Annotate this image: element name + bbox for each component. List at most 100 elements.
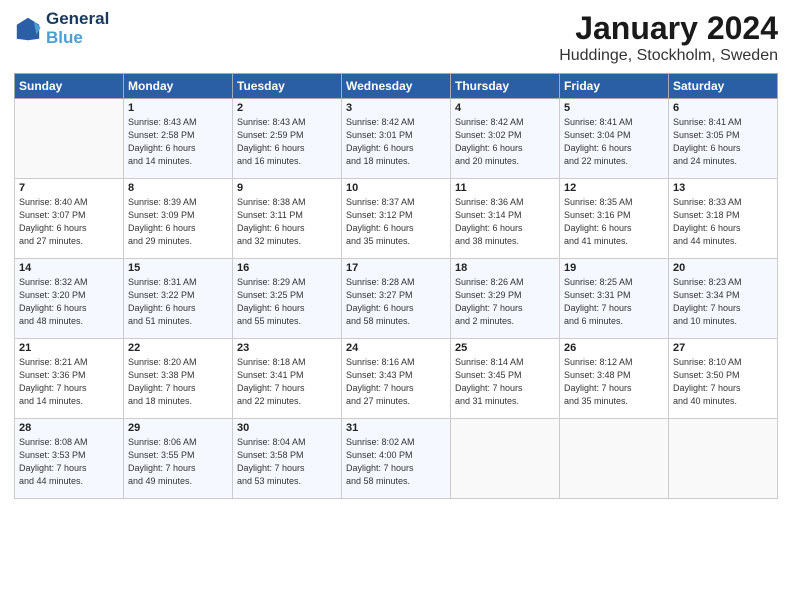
day-cell: 25Sunrise: 8:14 AMSunset: 3:45 PMDayligh… [451, 339, 560, 419]
header-day-thursday: Thursday [451, 74, 560, 99]
day-number: 6 [673, 102, 773, 114]
day-number: 22 [128, 342, 228, 354]
day-cell: 22 Sunrise: 8:20 AMSunset: 3:38 PMDayligh… [124, 339, 233, 419]
day-cell: 18Sunrise: 8:26 AMSunset: 3:29 PMDayligh… [451, 259, 560, 339]
day-cell: 10 Sunrise: 8:37 AMSunset: 3:12 PMDayligh… [342, 179, 451, 259]
day-info: Sunrise: 8:40 AMSunset: 3:07 PMDaylight:… [19, 196, 119, 248]
day-cell [15, 99, 124, 179]
day-info: Sunrise: 8:41 AMSunset: 3:04 PMDaylight:… [564, 116, 664, 168]
day-cell: 23 Sunrise: 8:18 AMSunset: 3:41 PMDayligh… [233, 339, 342, 419]
day-info: Sunrise: 8:37 AMSunset: 3:12 PMDaylight:… [346, 196, 446, 248]
day-info: Sunrise: 8:41 AMSunset: 3:05 PMDaylight:… [673, 116, 773, 168]
day-info: Sunrise: 8:18 AMSunset: 3:41 PMDaylight:… [237, 356, 337, 408]
location-title: Huddinge, Stockholm, Sweden [559, 47, 778, 65]
day-number: 12 [564, 182, 664, 194]
header-day-saturday: Saturday [669, 74, 778, 99]
day-info: Sunrise: 8:14 AMSunset: 3:45 PMDaylight:… [455, 356, 555, 408]
header-row: SundayMondayTuesdayWednesdayThursdayFrid… [15, 74, 778, 99]
week-row-4: 21 Sunrise: 8:21 AMSunset: 3:36 PMDayligh… [15, 339, 778, 419]
day-number: 18 [455, 262, 555, 274]
day-cell [451, 419, 560, 499]
header-day-tuesday: Tuesday [233, 74, 342, 99]
header: General Blue January 2024 Huddinge, Stoc… [14, 10, 778, 65]
week-row-5: 28Sunrise: 8:08 AMSunset: 3:53 PMDayligh… [15, 419, 778, 499]
day-number: 13 [673, 182, 773, 194]
page: General Blue January 2024 Huddinge, Stoc… [0, 0, 792, 612]
day-info: Sunrise: 8:08 AMSunset: 3:53 PMDaylight:… [19, 436, 119, 488]
day-cell: 29Sunrise: 8:06 AMSunset: 3:55 PMDayligh… [124, 419, 233, 499]
day-number: 8 [128, 182, 228, 194]
day-cell: 19 Sunrise: 8:25 AMSunset: 3:31 PMDayligh… [560, 259, 669, 339]
day-cell: 11 Sunrise: 8:36 AMSunset: 3:14 PMDayligh… [451, 179, 560, 259]
day-number: 2 [237, 102, 337, 114]
day-cell: 9Sunrise: 8:38 AMSunset: 3:11 PMDaylight… [233, 179, 342, 259]
day-number: 14 [19, 262, 119, 274]
day-number: 20 [673, 262, 773, 274]
week-row-3: 14 Sunrise: 8:32 AMSunset: 3:20 PMDayligh… [15, 259, 778, 339]
day-info: Sunrise: 8:10 AMSunset: 3:50 PMDaylight:… [673, 356, 773, 408]
title-block: January 2024 Huddinge, Stockholm, Sweden [559, 10, 778, 65]
day-info: Sunrise: 8:23 AMSunset: 3:34 PMDaylight:… [673, 276, 773, 328]
day-number: 29 [128, 422, 228, 434]
day-cell: 20 Sunrise: 8:23 AMSunset: 3:34 PMDayligh… [669, 259, 778, 339]
day-cell: 8Sunrise: 8:39 AMSunset: 3:09 PMDaylight… [124, 179, 233, 259]
day-info: Sunrise: 8:20 AMSunset: 3:38 PMDaylight:… [128, 356, 228, 408]
week-row-1: 1 Sunrise: 8:43 AMSunset: 2:58 PMDaylight… [15, 99, 778, 179]
header-day-sunday: Sunday [15, 74, 124, 99]
day-info: Sunrise: 8:12 AMSunset: 3:48 PMDaylight:… [564, 356, 664, 408]
day-info: Sunrise: 8:16 AMSunset: 3:43 PMDaylight:… [346, 356, 446, 408]
day-info: Sunrise: 8:31 AMSunset: 3:22 PMDaylight:… [128, 276, 228, 328]
day-cell: 6 Sunrise: 8:41 AMSunset: 3:05 PMDaylight… [669, 99, 778, 179]
header-day-wednesday: Wednesday [342, 74, 451, 99]
day-cell: 16Sunrise: 8:29 AMSunset: 3:25 PMDayligh… [233, 259, 342, 339]
day-info: Sunrise: 8:43 AMSunset: 2:58 PMDaylight:… [128, 116, 228, 168]
day-number: 10 [346, 182, 446, 194]
day-info: Sunrise: 8:42 AMSunset: 3:01 PMDaylight:… [346, 116, 446, 168]
day-number: 5 [564, 102, 664, 114]
day-info: Sunrise: 8:32 AMSunset: 3:20 PMDaylight:… [19, 276, 119, 328]
day-number: 7 [19, 182, 119, 194]
day-cell: 13Sunrise: 8:33 AMSunset: 3:18 PMDayligh… [669, 179, 778, 259]
day-number: 4 [455, 102, 555, 114]
day-info: Sunrise: 8:28 AMSunset: 3:27 PMDaylight:… [346, 276, 446, 328]
day-cell [560, 419, 669, 499]
day-cell: 15 Sunrise: 8:31 AMSunset: 3:22 PMDayligh… [124, 259, 233, 339]
header-day-monday: Monday [124, 74, 233, 99]
day-number: 19 [564, 262, 664, 274]
day-number: 9 [237, 182, 337, 194]
day-number: 17 [346, 262, 446, 274]
day-cell: 4Sunrise: 8:42 AMSunset: 3:02 PMDaylight… [451, 99, 560, 179]
day-number: 23 [237, 342, 337, 354]
logo-icon [14, 15, 42, 43]
day-info: Sunrise: 8:43 AMSunset: 2:59 PMDaylight:… [237, 116, 337, 168]
day-info: Sunrise: 8:02 AMSunset: 4:00 PMDaylight:… [346, 436, 446, 488]
day-cell: 3 Sunrise: 8:42 AMSunset: 3:01 PMDaylight… [342, 99, 451, 179]
day-number: 1 [128, 102, 228, 114]
day-number: 3 [346, 102, 446, 114]
calendar-table: SundayMondayTuesdayWednesdayThursdayFrid… [14, 73, 778, 499]
day-cell: 14 Sunrise: 8:32 AMSunset: 3:20 PMDayligh… [15, 259, 124, 339]
day-cell: 17 Sunrise: 8:28 AMSunset: 3:27 PMDayligh… [342, 259, 451, 339]
day-number: 27 [673, 342, 773, 354]
day-info: Sunrise: 8:29 AMSunset: 3:25 PMDaylight:… [237, 276, 337, 328]
logo-text: General Blue [46, 10, 109, 47]
day-cell: 26Sunrise: 8:12 AMSunset: 3:48 PMDayligh… [560, 339, 669, 419]
day-cell: 2 Sunrise: 8:43 AMSunset: 2:59 PMDaylight… [233, 99, 342, 179]
day-info: Sunrise: 8:04 AMSunset: 3:58 PMDaylight:… [237, 436, 337, 488]
day-cell: 12Sunrise: 8:35 AMSunset: 3:16 PMDayligh… [560, 179, 669, 259]
logo: General Blue [14, 10, 109, 47]
day-info: Sunrise: 8:36 AMSunset: 3:14 PMDaylight:… [455, 196, 555, 248]
day-number: 21 [19, 342, 119, 354]
day-number: 30 [237, 422, 337, 434]
day-cell: 5 Sunrise: 8:41 AMSunset: 3:04 PMDaylight… [560, 99, 669, 179]
day-number: 31 [346, 422, 446, 434]
day-info: Sunrise: 8:21 AMSunset: 3:36 PMDaylight:… [19, 356, 119, 408]
day-cell: 24Sunrise: 8:16 AMSunset: 3:43 PMDayligh… [342, 339, 451, 419]
day-info: Sunrise: 8:25 AMSunset: 3:31 PMDaylight:… [564, 276, 664, 328]
day-number: 15 [128, 262, 228, 274]
day-cell: 1 Sunrise: 8:43 AMSunset: 2:58 PMDaylight… [124, 99, 233, 179]
day-cell [669, 419, 778, 499]
header-day-friday: Friday [560, 74, 669, 99]
day-cell: 31 Sunrise: 8:02 AMSunset: 4:00 PMDayligh… [342, 419, 451, 499]
day-number: 11 [455, 182, 555, 194]
